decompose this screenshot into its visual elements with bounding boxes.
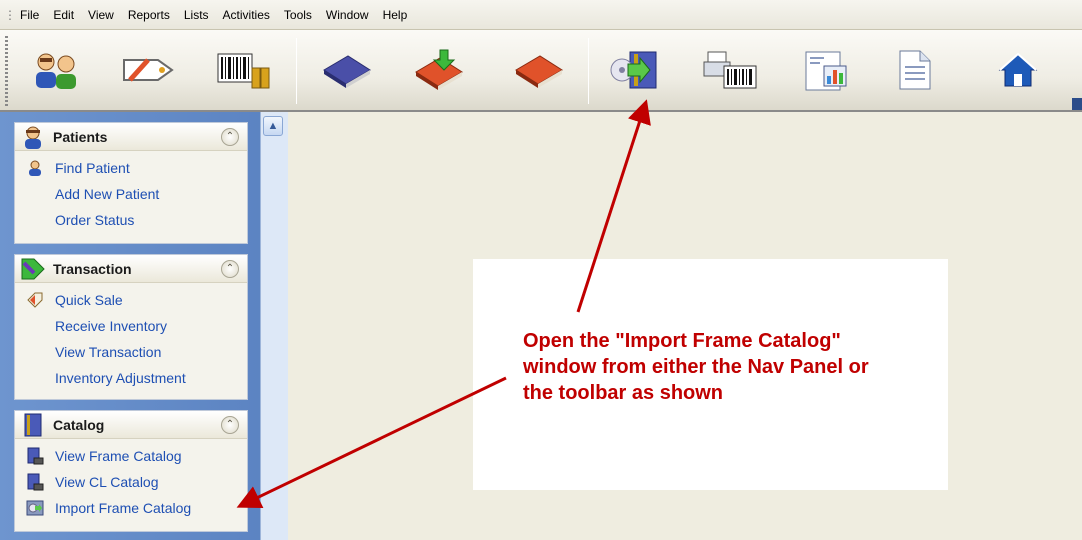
nav-item-label: Quick Sale xyxy=(55,292,123,308)
menu-help[interactable]: Help xyxy=(383,8,408,22)
nav-item-view-cl-catalog[interactable]: View CL Catalog xyxy=(15,469,247,495)
book-download-icon xyxy=(415,49,463,90)
menu-window[interactable]: Window xyxy=(326,8,369,22)
report-button[interactable] xyxy=(796,42,856,98)
menu-lists[interactable]: Lists xyxy=(184,8,209,22)
toolbar-separator xyxy=(588,38,589,104)
nav-item-receive-inventory[interactable]: Receive Inventory xyxy=(15,313,247,339)
nav-item-label: Find Patient xyxy=(55,160,130,176)
nav-group-header[interactable]: Catalog ⌃ xyxy=(15,411,247,439)
menu-reports[interactable]: Reports xyxy=(128,8,170,22)
nav-item-label: View CL Catalog xyxy=(55,474,159,490)
transaction-icon xyxy=(19,256,47,282)
patient-small-icon xyxy=(15,160,55,176)
orange-book-button[interactable] xyxy=(508,42,568,98)
nav-item-label: Inventory Adjustment xyxy=(55,370,186,386)
toolbar-overflow-icon[interactable] xyxy=(1072,98,1082,110)
nav-item-import-frame-catalog[interactable]: Import Frame Catalog xyxy=(15,495,247,521)
collapse-chevron-icon[interactable]: ⌃ xyxy=(221,128,239,146)
menu-file[interactable]: File xyxy=(20,8,39,22)
tag-button[interactable] xyxy=(118,42,178,98)
menu-activities[interactable]: Activities xyxy=(223,8,270,22)
nav-group-title: Patients xyxy=(53,128,108,145)
nav-group-title: Transaction xyxy=(53,260,132,277)
nav-item-order-status[interactable]: Order Status xyxy=(15,207,247,233)
book-download-button[interactable] xyxy=(408,42,468,98)
nav-panel-scrollbar[interactable]: ▲ xyxy=(260,112,288,540)
nav-item-add-new-patient[interactable]: Add New Patient xyxy=(15,181,247,207)
blue-book-button[interactable] xyxy=(316,42,376,98)
import-frame-catalog-button[interactable] xyxy=(606,42,666,98)
frame-catalog-icon xyxy=(15,447,55,465)
nav-item-view-frame-catalog[interactable]: View Frame Catalog xyxy=(15,443,247,469)
barcode-printer-icon xyxy=(703,51,757,89)
menu-view[interactable]: View xyxy=(88,8,114,22)
nav-group-header[interactable]: Patients ⌃ xyxy=(15,123,247,151)
home-button[interactable] xyxy=(988,42,1048,98)
patient-icon xyxy=(19,124,47,150)
import-catalog-icon xyxy=(610,51,657,89)
collapse-chevron-icon[interactable]: ⌃ xyxy=(221,416,239,434)
annotation-line: window from either the Nav Panel or xyxy=(523,356,869,378)
scroll-up-icon[interactable]: ▲ xyxy=(263,116,283,136)
nav-item-label: Add New Patient xyxy=(55,186,160,202)
menu-bar: ⋮ File Edit View Reports Lists Activitie… xyxy=(0,0,1082,30)
nav-group-patients: Patients ⌃ Find Patient Add New Patient … xyxy=(14,122,248,244)
collapse-chevron-icon[interactable]: ⌃ xyxy=(221,260,239,278)
nav-group-title: Catalog xyxy=(53,416,105,433)
annotation-line: the toolbar as shown xyxy=(523,382,724,404)
tag-icon xyxy=(123,58,174,82)
barcode-printer-button[interactable] xyxy=(700,42,760,98)
nav-item-label: View Frame Catalog xyxy=(55,448,182,464)
cl-catalog-icon xyxy=(15,473,55,491)
barcode-icon xyxy=(217,53,270,89)
quick-sale-icon xyxy=(15,291,55,309)
document-icon xyxy=(899,50,931,90)
menu-edit[interactable]: Edit xyxy=(53,8,74,22)
nav-group-catalog: Catalog ⌃ View Frame Catalog View CL Cat… xyxy=(14,410,248,532)
patients-icon xyxy=(36,53,76,89)
annotation-line: Open the "Import Frame Catalog" xyxy=(523,330,841,352)
nav-item-find-patient[interactable]: Find Patient xyxy=(15,155,247,181)
patients-button[interactable] xyxy=(26,42,86,98)
import-catalog-small-icon xyxy=(15,499,55,517)
document-button[interactable] xyxy=(884,42,944,98)
nav-group-header[interactable]: Transaction ⌃ xyxy=(15,255,247,283)
nav-item-label: Order Status xyxy=(55,212,135,228)
annotation-text: Open the "Import Frame Catalog" window f… xyxy=(523,328,943,406)
nav-item-label: View Transaction xyxy=(55,344,162,360)
nav-group-transaction: Transaction ⌃ Quick Sale Receive Invento… xyxy=(14,254,248,400)
barcode-scan-button[interactable] xyxy=(212,42,272,98)
toolbar xyxy=(0,30,1082,112)
toolbar-grip-icon xyxy=(5,36,8,106)
orange-book-icon xyxy=(515,55,563,88)
nav-item-view-transaction[interactable]: View Transaction xyxy=(15,339,247,365)
catalog-book-icon xyxy=(19,412,47,438)
nav-item-label: Import Frame Catalog xyxy=(55,500,192,516)
nav-item-quick-sale[interactable]: Quick Sale xyxy=(15,287,247,313)
home-icon xyxy=(998,52,1038,87)
nav-item-label: Receive Inventory xyxy=(55,318,168,334)
nav-item-inventory-adjustment[interactable]: Inventory Adjustment xyxy=(15,365,247,391)
menu-grip-icon: ⋮ xyxy=(4,7,16,22)
report-chart-icon xyxy=(805,51,847,91)
blue-book-icon xyxy=(323,55,371,88)
menu-tools[interactable]: Tools xyxy=(284,8,312,22)
toolbar-separator xyxy=(296,38,297,104)
